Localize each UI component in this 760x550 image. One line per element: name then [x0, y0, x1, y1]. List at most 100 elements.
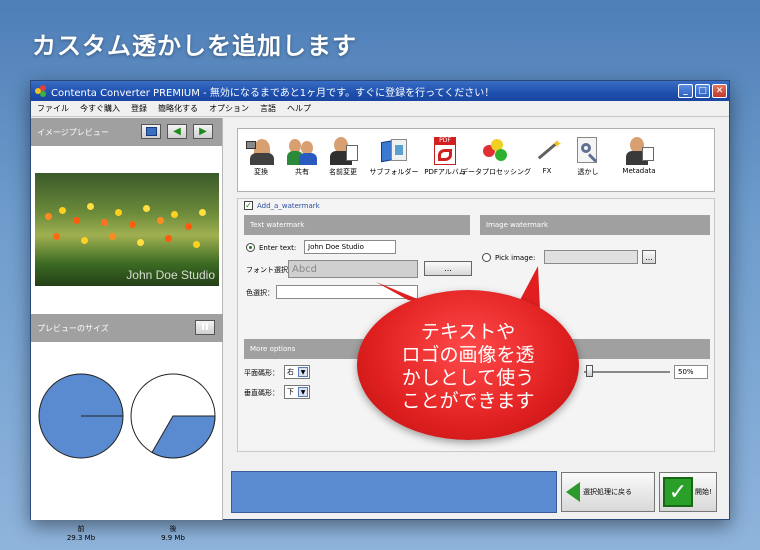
data-processing-icon: [481, 135, 511, 165]
watermark-text-input[interactable]: John Doe Studio: [304, 240, 396, 254]
enter-text-label: Enter text:: [259, 243, 297, 252]
checkmark-icon: ✓: [663, 477, 693, 507]
tool-metadata-label: Metadata: [622, 167, 656, 175]
callout-line: ことができます: [401, 390, 535, 412]
tool-share[interactable]: 共有: [283, 135, 321, 191]
vertical-align-select[interactable]: 下 ▼: [284, 385, 310, 399]
minimize-button[interactable]: _: [678, 84, 693, 98]
back-to-selection-button[interactable]: 選択処理に戻る: [561, 472, 655, 512]
menu-register[interactable]: 登録: [131, 103, 147, 114]
after-size-value: 9.9 Mb: [161, 534, 185, 542]
refresh-preview-button[interactable]: [141, 124, 161, 139]
tool-pdf-album-label: PDFアルバム: [424, 168, 466, 176]
start-button[interactable]: ✓ 開始!: [659, 472, 717, 512]
vertical-align-value: 下: [287, 388, 294, 396]
preview-title: イメージプレビュー: [37, 127, 109, 137]
arrow-left-icon: [566, 482, 580, 502]
watermark-overlay-text: John Doe Studio: [126, 268, 215, 282]
tool-metadata[interactable]: Metadata: [610, 135, 668, 191]
monitor-icon: [145, 127, 157, 136]
vertical-align-row: 垂直碼形：: [244, 388, 279, 398]
watermark-icon: [573, 135, 603, 165]
size-title: プレビューのサイズ: [37, 323, 109, 333]
tool-rename-label: 名前変更: [329, 168, 357, 176]
add-watermark-toggle[interactable]: ✓ Add_a_watermark: [244, 201, 320, 210]
horizontal-align-label: 平面碼形：: [244, 369, 279, 377]
app-logo-icon: [35, 85, 47, 97]
menu-bar: ファイル 今すぐ購入 登録 簡略化する オプション 言語 ヘルプ: [31, 101, 729, 117]
size-pies: [38, 373, 216, 459]
arrow-right-icon: ▶: [199, 126, 207, 137]
font-select-button[interactable]: ...: [424, 261, 472, 276]
progress-area: [231, 471, 557, 513]
menu-file[interactable]: ファイル: [37, 103, 69, 114]
color-field[interactable]: [276, 285, 418, 299]
tool-data-processing-label: データプロセッシング: [461, 168, 531, 176]
menu-language[interactable]: 言語: [260, 103, 276, 114]
size-charts: 前 29.3 Mb 後 9.9 Mb: [31, 368, 223, 542]
chevron-down-icon: ▼: [298, 367, 308, 377]
preview-header: イメージプレビュー ◀ ▶: [31, 118, 222, 146]
pick-image-button[interactable]: ...: [642, 250, 656, 264]
image-path-field[interactable]: [544, 250, 638, 264]
menu-options[interactable]: オプション: [209, 103, 249, 114]
menu-help[interactable]: ヘルプ: [287, 103, 311, 114]
tool-data-processing[interactable]: データプロセッシング: [461, 135, 531, 191]
previous-image-button[interactable]: ◀: [167, 124, 187, 139]
convert-icon: [246, 135, 276, 165]
text-watermark-header: Text watermark: [244, 215, 470, 235]
next-image-button[interactable]: ▶: [193, 124, 213, 139]
opacity-input[interactable]: 50%: [674, 365, 708, 379]
menu-simplify[interactable]: 簡略化する: [158, 103, 198, 114]
enter-text-row: Enter text:: [246, 243, 296, 252]
horizontal-align-select[interactable]: 右 ▼: [284, 365, 310, 379]
font-preview-field: Abcd: [288, 260, 418, 278]
pdf-album-icon: PDF: [430, 135, 460, 165]
window-title: Contenta Converter PREMIUM - 無効になるまであと1ヶ…: [51, 87, 495, 99]
pause-button[interactable]: II: [195, 320, 215, 335]
tool-fx-label: FX: [542, 167, 552, 175]
callout-line: ロゴの画像を透: [401, 344, 535, 366]
horizontal-align-value: 右: [287, 368, 294, 376]
fx-icon: ✦: [532, 135, 562, 165]
back-to-selection-label: 選択処理に戻る: [583, 488, 632, 496]
left-panel: イメージプレビュー ◀ ▶ John Doe Studio プレビューのサイズ …: [31, 118, 223, 542]
pick-image-row: Pick image:: [482, 253, 535, 262]
tool-convert-label: 変換: [254, 168, 268, 176]
opacity-value: 50%: [678, 368, 694, 376]
tool-pdf-album[interactable]: PDF PDFアルバム: [424, 135, 466, 191]
tool-bar: 変換 共有 名前変更 サブフォルダー PDF PDFアルバム データプロセッシン…: [237, 128, 715, 192]
menu-buy-now[interactable]: 今すぐ購入: [80, 103, 120, 114]
opacity-slider-track[interactable]: [584, 371, 670, 373]
start-label: 開始!: [695, 488, 712, 496]
after-label: 後: [169, 525, 177, 533]
close-button[interactable]: ✕: [712, 84, 727, 98]
maximize-button[interactable]: □: [695, 84, 710, 98]
tool-share-label: 共有: [295, 168, 309, 176]
tool-subfolder[interactable]: サブフォルダー: [365, 135, 423, 191]
tool-fx[interactable]: ✦ FX: [528, 135, 566, 191]
add-watermark-checkbox[interactable]: ✓: [244, 201, 253, 210]
callout-line: かしとして使う: [401, 367, 535, 389]
pick-image-label: Pick image:: [495, 253, 536, 262]
enter-text-radio[interactable]: [246, 243, 255, 252]
pick-image-radio[interactable]: [482, 253, 491, 262]
subfolder-icon: [379, 135, 409, 165]
image-watermark-header: Image watermark: [480, 215, 710, 235]
color-label: 色選択：: [246, 289, 274, 297]
rename-icon: [328, 135, 358, 165]
before-size-value: 29.3 Mb: [66, 534, 96, 542]
color-row: 色選択：: [246, 288, 274, 298]
callout-bubble: テキストや ロゴの画像を透 かしとして使う ことができます: [357, 290, 579, 440]
tool-watermark[interactable]: 透かし: [569, 135, 607, 191]
tool-watermark-label: 透かし: [577, 168, 599, 176]
tool-subfolder-label: サブフォルダー: [369, 168, 419, 176]
vertical-align-label: 垂直碼形：: [244, 389, 279, 397]
arrow-left-icon: ◀: [173, 126, 181, 137]
tool-convert[interactable]: 変換: [242, 135, 280, 191]
callout-line: テキストや: [420, 321, 516, 343]
tool-rename[interactable]: 名前変更: [324, 135, 362, 191]
opacity-slider-thumb[interactable]: [586, 365, 593, 377]
title-bar: Contenta Converter PREMIUM - 無効になるまであと1ヶ…: [31, 81, 729, 101]
before-label: 前: [77, 525, 85, 533]
